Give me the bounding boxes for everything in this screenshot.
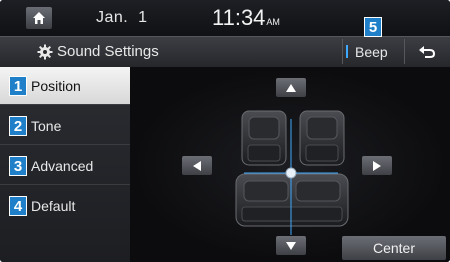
home-button[interactable] xyxy=(26,7,52,29)
clock-ampm: AM xyxy=(266,17,280,27)
move-up-button[interactable] xyxy=(276,78,306,97)
arrow-down-icon xyxy=(286,241,296,250)
beep-label: Beep xyxy=(355,43,388,60)
title-bar: Sound Settings Beep xyxy=(0,36,450,67)
move-right-button[interactable] xyxy=(362,156,392,175)
front-right-seat xyxy=(299,110,345,166)
sidebar-item-label: Tone xyxy=(31,117,62,134)
front-left-seat xyxy=(241,110,287,166)
status-bar: Jan. 1 11:34AM xyxy=(0,0,450,36)
sound-settings-screen: Jan. 1 11:34AM Sound Settings Beep Posit… xyxy=(0,0,450,262)
arrow-left-icon xyxy=(193,160,201,171)
callout-2: 2 xyxy=(9,116,27,136)
clock-display: 11:34AM xyxy=(212,5,280,31)
move-left-button[interactable] xyxy=(182,156,212,175)
back-arrow-icon xyxy=(419,45,436,58)
back-button[interactable] xyxy=(404,39,449,64)
callout-5: 5 xyxy=(364,17,382,37)
page-title: Sound Settings xyxy=(57,43,159,60)
date-display: Jan. 1 xyxy=(96,9,148,26)
sidebar-item-label: Position xyxy=(31,77,81,94)
callout-1: 1 xyxy=(9,76,27,96)
position-handle[interactable] xyxy=(285,167,297,179)
center-button[interactable]: Center xyxy=(342,236,446,260)
callout-3: 3 xyxy=(9,156,27,176)
gear-icon xyxy=(37,44,53,60)
sidebar-item-label: Default xyxy=(31,197,76,214)
callout-4: 4 xyxy=(9,196,27,216)
sidebar-item-label: Advanced xyxy=(31,157,94,174)
rear-bench-seat xyxy=(235,173,349,227)
beep-toggle-button[interactable]: Beep xyxy=(342,39,401,64)
move-down-button[interactable] xyxy=(276,236,306,255)
beep-indicator xyxy=(346,45,348,58)
arrow-right-icon xyxy=(373,160,381,171)
clock-time: 11:34 xyxy=(212,5,266,30)
home-icon xyxy=(33,12,45,24)
arrow-up-icon xyxy=(286,83,296,92)
